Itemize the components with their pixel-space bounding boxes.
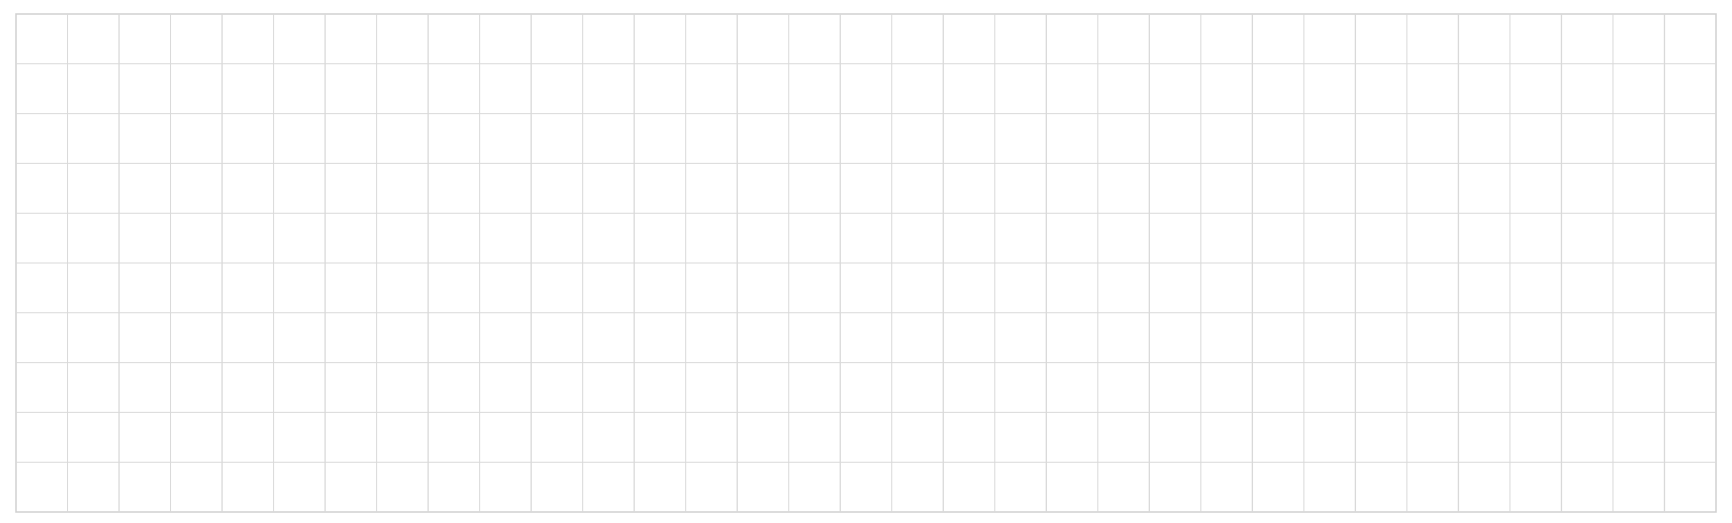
blank-grid — [0, 0, 1732, 518]
grid-lines — [15, 13, 1717, 513]
